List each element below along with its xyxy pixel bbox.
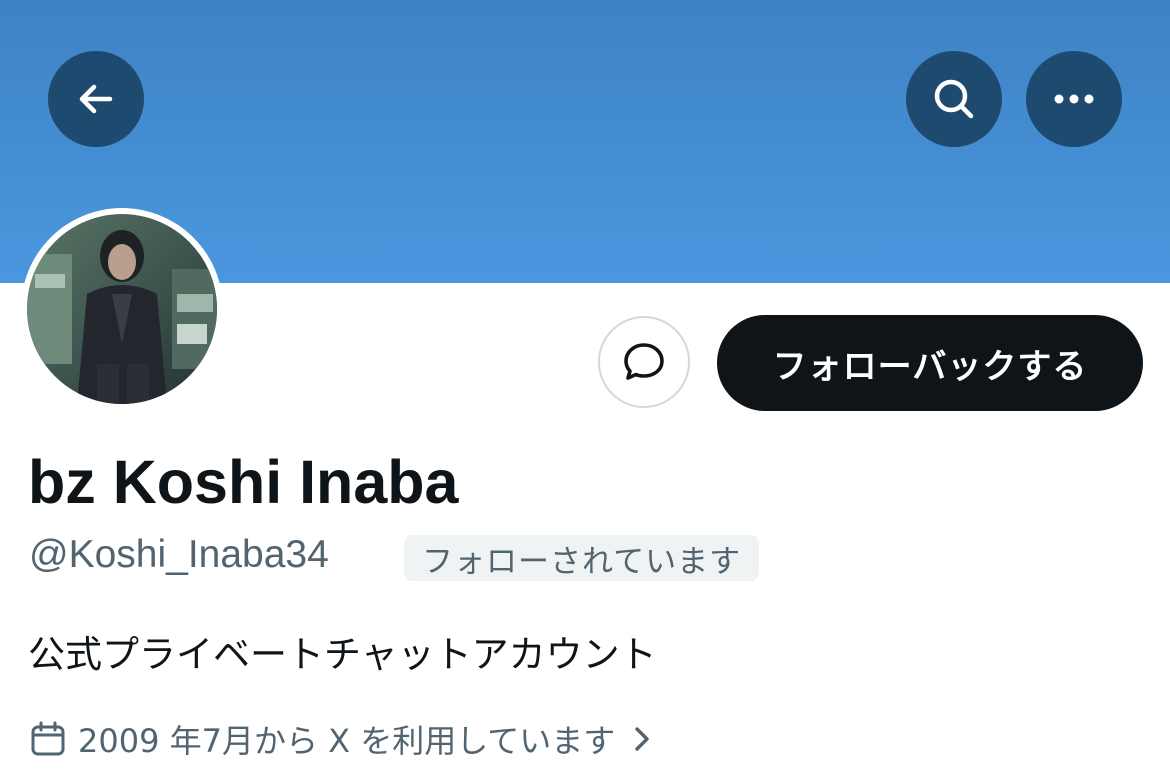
joined-date-row[interactable]: 2009 年7月から X を利用しています [30,714,653,764]
arrow-left-icon [76,79,116,119]
follow-back-button[interactable]: フォローバックする [717,315,1143,411]
search-button[interactable] [906,51,1002,147]
more-options-button[interactable] [1026,51,1122,147]
search-icon [930,75,978,123]
calendar-icon [30,721,66,757]
follows-you-badge: フォローされています [404,535,760,581]
avatar-ring [21,208,223,410]
more-dots-icon [1052,93,1096,105]
back-button[interactable] [48,51,144,147]
avatar[interactable] [27,214,217,404]
user-handle: @Koshi_Inaba34 [29,533,329,576]
joined-date-text: 2009 年7月から X を利用しています [78,722,616,760]
display-name: bz Koshi Inaba [28,448,459,516]
chevron-right-icon [631,724,653,754]
message-bubble-icon [620,338,668,386]
profile-bio: 公式プライベートチャットアカウント [28,633,657,676]
message-button[interactable] [598,316,690,408]
